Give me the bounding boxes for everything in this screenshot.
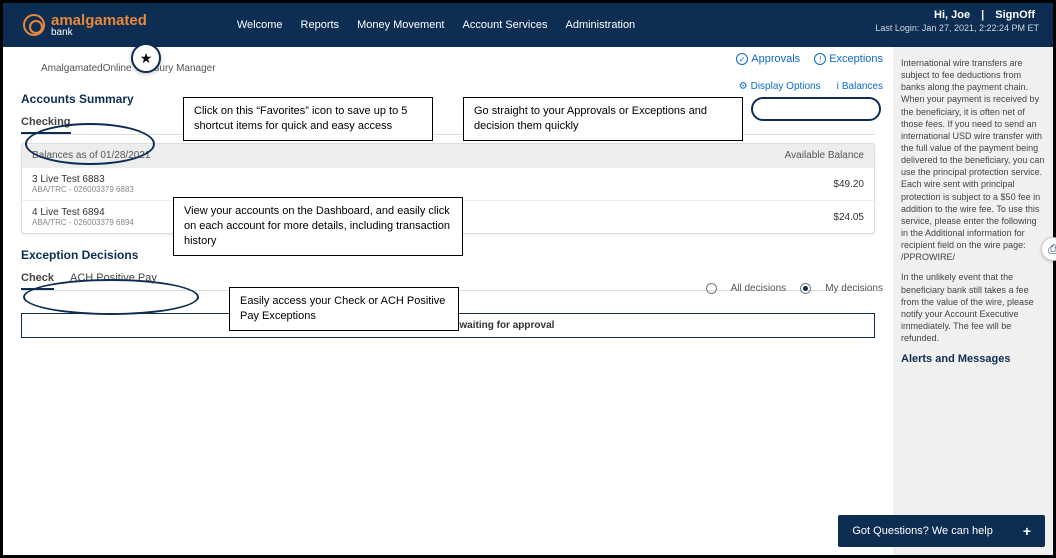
brand-logo: amalgamated bank bbox=[23, 12, 147, 38]
accounts-summary-header: Accounts Summary bbox=[21, 92, 875, 106]
quicklinks-row: ✓ Approvals ! Exceptions bbox=[736, 53, 883, 65]
accounts-tabs: Checking bbox=[21, 112, 875, 135]
account-detail: ABA/TRC - 026003379 6883 bbox=[32, 185, 134, 194]
account-name-block: 4 Live Test 6894 ABA/TRC - 026003379 689… bbox=[32, 207, 134, 227]
approvals-link[interactable]: ✓ Approvals bbox=[736, 53, 800, 65]
star-icon: ★ bbox=[140, 50, 153, 67]
signoff-link[interactable]: SignOff bbox=[995, 9, 1035, 21]
help-bar-label: Got Questions? We can help bbox=[852, 525, 992, 537]
tab-check[interactable]: Check bbox=[21, 268, 54, 290]
balances-asof: Balances as of 01/28/2021 bbox=[32, 150, 150, 161]
help-bar[interactable]: Got Questions? We can help + bbox=[838, 515, 1045, 547]
info-side-panel: International wire transfers are subject… bbox=[893, 47, 1053, 555]
nav-account-services[interactable]: Account Services bbox=[463, 19, 548, 31]
callout-accounts: View your accounts on the Dashboard, and… bbox=[173, 197, 463, 256]
col-available-balance: Available Balance bbox=[785, 150, 864, 161]
account-detail: ABA/TRC - 026003379 6894 bbox=[32, 218, 134, 227]
last-login: Last Login: Jan 27, 2021, 2:22:24 PM ET bbox=[875, 23, 1039, 33]
display-options-label: Display Options bbox=[751, 81, 821, 92]
exceptions-link-label: Exceptions bbox=[829, 53, 883, 65]
nav-menu: Welcome Reports Money Movement Account S… bbox=[237, 19, 635, 31]
radio-my-label: My decisions bbox=[825, 283, 883, 294]
display-options-link[interactable]: ⚙ Display Options bbox=[739, 81, 821, 92]
user-area: Hi, Joe | SignOff Last Login: Jan 27, 20… bbox=[875, 9, 1039, 33]
main-area: AmalgamatedOnline Treasury Manager Click… bbox=[3, 47, 1053, 555]
callout-favorites: Click on this “Favorites” icon to save u… bbox=[183, 97, 433, 141]
account-balance: $49.20 bbox=[833, 179, 864, 190]
info-circle-icon: i bbox=[837, 81, 839, 92]
account-balance: $24.05 bbox=[833, 212, 864, 223]
content-area: AmalgamatedOnline Treasury Manager Click… bbox=[3, 47, 893, 555]
brand-logo-icon bbox=[23, 14, 45, 36]
balances-label: Balances bbox=[842, 81, 883, 92]
radio-all-label: All decisions bbox=[731, 283, 787, 294]
brand-logo-text: amalgamated bank bbox=[51, 12, 147, 38]
radio-all-decisions[interactable] bbox=[706, 283, 717, 294]
nav-welcome[interactable]: Welcome bbox=[237, 19, 283, 31]
favorites-button[interactable]: ★ bbox=[131, 43, 161, 73]
info-paragraph-1: International wire transfers are subject… bbox=[901, 57, 1045, 263]
plus-icon: + bbox=[1023, 523, 1031, 539]
nav-reports[interactable]: Reports bbox=[301, 19, 340, 31]
quicklinks-row-2: ⚙ Display Options i Balances bbox=[739, 81, 883, 92]
account-name: 3 Live Test 6883 bbox=[32, 174, 105, 185]
tab-checking[interactable]: Checking bbox=[21, 112, 71, 134]
nav-money-movement[interactable]: Money Movement bbox=[357, 19, 444, 31]
divider: | bbox=[981, 9, 984, 21]
tab-ach-positive-pay[interactable]: ACH Positive Pay bbox=[70, 268, 157, 290]
callout-exceptions: Easily access your Check or ACH Positive… bbox=[229, 287, 459, 331]
radio-my-decisions[interactable] bbox=[800, 283, 811, 294]
alert-circle-icon: ! bbox=[814, 53, 826, 65]
balances-link[interactable]: i Balances bbox=[837, 81, 883, 92]
approvals-link-label: Approvals bbox=[751, 53, 800, 65]
info-paragraph-2: In the unlikely event that the beneficia… bbox=[901, 271, 1045, 344]
account-name-block: 3 Live Test 6883 ABA/TRC - 026003379 688… bbox=[32, 174, 134, 194]
accounts-card-header: Balances as of 01/28/2021 Available Bala… bbox=[22, 144, 874, 167]
alerts-and-messages-header[interactable]: Alerts and Messages bbox=[901, 352, 1045, 367]
check-circle-icon: ✓ bbox=[736, 53, 748, 65]
gear-icon: ⚙ bbox=[739, 81, 748, 92]
account-name: 4 Live Test 6894 bbox=[32, 207, 105, 218]
nav-administration[interactable]: Administration bbox=[565, 19, 635, 31]
decision-filter-radios: All decisions My decisions bbox=[706, 283, 883, 294]
exceptions-link[interactable]: ! Exceptions bbox=[814, 53, 883, 65]
account-row[interactable]: 3 Live Test 6883 ABA/TRC - 026003379 688… bbox=[22, 167, 874, 200]
callout-approvals: Go straight to your Approvals or Excepti… bbox=[463, 97, 743, 141]
top-nav-bar: amalgamated bank Welcome Reports Money M… bbox=[3, 3, 1053, 47]
user-greeting: Hi, Joe bbox=[934, 9, 970, 21]
